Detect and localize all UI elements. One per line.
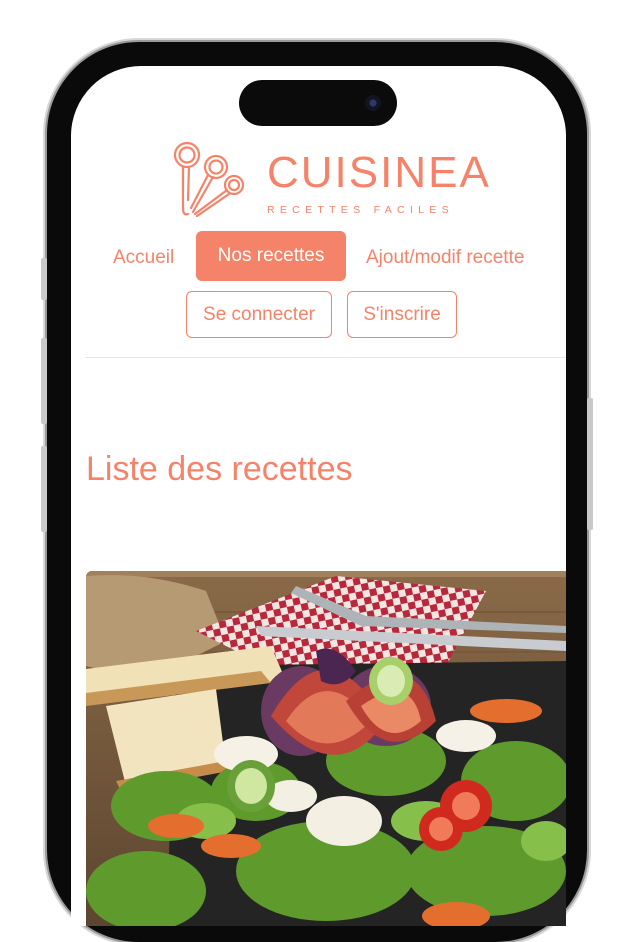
page-title: Liste des recettes xyxy=(86,450,353,488)
phone-screen: CUISINEA RECETTES FACILES Accueil Nos re… xyxy=(71,66,566,926)
camera-icon xyxy=(365,95,381,111)
dynamic-island xyxy=(239,80,397,126)
mute-switch xyxy=(41,258,47,300)
recipe-card-image[interactable] xyxy=(86,571,566,926)
measuring-spoons-icon xyxy=(173,141,245,218)
brand-tagline: RECETTES FACILES xyxy=(267,204,454,216)
site-logo[interactable]: CUISINEA RECETTES FACILES xyxy=(171,138,489,218)
nav-link-recipes[interactable]: Nos recettes xyxy=(196,231,346,281)
login-button[interactable]: Se connecter xyxy=(186,291,332,338)
header-divider xyxy=(85,357,566,358)
power-button xyxy=(587,398,593,530)
volume-down-button xyxy=(41,446,47,532)
salad-photo xyxy=(86,571,566,926)
volume-up-button xyxy=(41,338,47,424)
signup-button[interactable]: S'inscrire xyxy=(347,291,457,338)
nav-link-home[interactable]: Accueil xyxy=(113,247,174,269)
nav-link-edit-recipe[interactable]: Ajout/modif recette xyxy=(366,247,524,269)
brand-name: CUISINEA xyxy=(267,148,491,197)
